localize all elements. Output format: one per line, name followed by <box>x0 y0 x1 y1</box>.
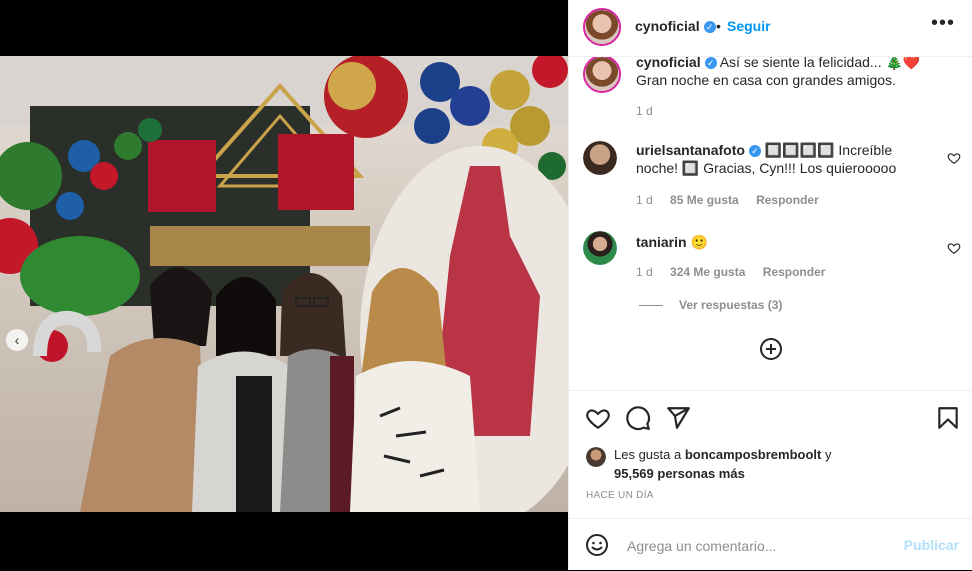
plus-circle-icon[interactable] <box>759 337 783 361</box>
header-separator: • <box>716 18 721 34</box>
reply-button[interactable]: Responder <box>756 193 819 207</box>
likes-summary: Les gusta a boncamposbremboolt y 95,569 … <box>614 445 831 483</box>
view-replies-label[interactable]: Ver respuestas (3) <box>679 298 782 312</box>
likes-prefix: Les gusta a <box>614 447 682 462</box>
comment-meta: 1 d 85 Me gusta Responder <box>636 193 833 207</box>
post-header: cynoficial ✓ • Seguir ••• <box>569 0 972 57</box>
comment-input[interactable] <box>625 535 899 557</box>
liker-username[interactable]: boncamposbremboolt <box>685 447 822 462</box>
likes-others[interactable]: 95,569 personas más <box>614 466 745 481</box>
like-comment-heart-icon[interactable] <box>947 151 961 165</box>
more-options-icon[interactable]: ••• <box>931 12 955 35</box>
comments-list: cynoficial ✓ Así se siente la felicidad..… <box>569 57 972 389</box>
share-icon[interactable] <box>665 405 691 431</box>
comment-author[interactable]: urielsantanafoto <box>636 142 745 158</box>
comment-time: 1 d <box>636 193 653 207</box>
publish-button[interactable]: Publicar <box>904 537 959 553</box>
comment-body: taniarin 🙂 <box>636 233 936 251</box>
comment-text: 🙂 <box>690 234 708 250</box>
caption-avatar[interactable] <box>583 57 621 93</box>
caption-time: 1 d <box>636 104 653 118</box>
reply-button[interactable]: Responder <box>763 265 826 279</box>
post-actions: Les gusta a boncamposbremboolt y 95,569 … <box>569 390 972 519</box>
post-timestamp[interactable]: HACE UN DÍA <box>586 490 654 501</box>
likes-connector: y <box>824 447 832 462</box>
author-name[interactable]: cynoficial <box>635 18 700 34</box>
comment-meta: 1 d 324 Me gusta Responder <box>636 265 839 279</box>
comment-author[interactable]: taniarin <box>636 234 687 250</box>
party-photo-illustration <box>0 56 568 512</box>
post-side-panel: cynoficial ✓ • Seguir ••• cynoficial ✓ Así… <box>568 0 972 570</box>
add-comment-bar: Publicar <box>569 518 972 571</box>
commenter-avatar[interactable] <box>583 231 617 265</box>
view-replies-button[interactable]: Ver respuestas (3) <box>639 298 782 312</box>
comment-time: 1 d <box>636 265 653 279</box>
caption-meta: 1 d <box>636 104 667 118</box>
comment-likes[interactable]: 324 Me gusta <box>670 265 745 279</box>
bookmark-icon[interactable] <box>935 405 961 431</box>
replies-line <box>639 304 663 306</box>
author-avatar[interactable] <box>583 8 621 46</box>
previous-photo-button[interactable]: ‹ <box>6 329 28 351</box>
post-media: ‹ <box>0 0 568 570</box>
heart-icon[interactable] <box>585 405 611 431</box>
emoji-icon[interactable] <box>585 533 609 557</box>
commenter-avatar[interactable] <box>583 141 617 175</box>
verified-badge-icon: ✓ <box>703 20 716 33</box>
author-username[interactable]: cynoficial ✓ <box>635 18 716 36</box>
comment-likes[interactable]: 85 Me gusta <box>670 193 739 207</box>
liker-avatar[interactable] <box>586 447 606 467</box>
verified-badge-icon: ✓ <box>748 145 761 158</box>
caption-author[interactable]: cynoficial <box>636 57 701 70</box>
comment-icon[interactable] <box>625 405 651 431</box>
verified-badge-icon: ✓ <box>704 57 717 70</box>
comment-body: urielsantanafoto ✓ 🔲🔲🔲🔲 Increíble noche! … <box>636 141 936 177</box>
follow-button[interactable]: Seguir <box>727 18 771 34</box>
caption-body: cynoficial ✓ Así se siente la felicidad..… <box>636 57 936 89</box>
post-photo[interactable]: ‹ <box>0 56 568 512</box>
like-comment-heart-icon[interactable] <box>947 241 961 255</box>
